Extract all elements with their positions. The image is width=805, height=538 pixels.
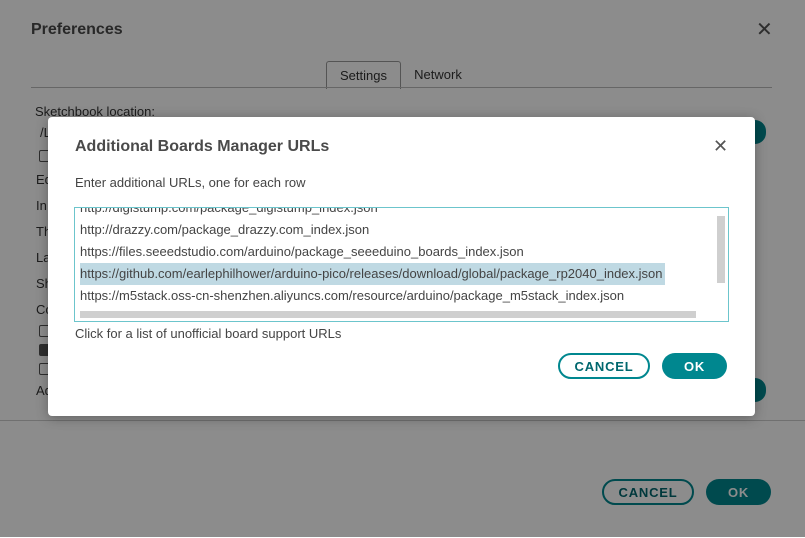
cancel-button[interactable]: CANCEL	[558, 353, 650, 379]
close-icon[interactable]: ✕	[713, 137, 728, 155]
url-row[interactable]: http://drazzy.com/package_drazzy.com_ind…	[80, 219, 369, 241]
url-row[interactable]: https://files.seeedstudio.com/arduino/pa…	[80, 241, 524, 263]
dialog-title: Additional Boards Manager URLs	[75, 138, 330, 155]
vertical-scrollbar[interactable]	[717, 216, 725, 283]
unofficial-urls-link[interactable]: Click for a list of unofficial board sup…	[75, 326, 341, 341]
urls-textarea[interactable]: http://digistump.com/package_digistump_i…	[74, 207, 729, 322]
horizontal-scrollbar[interactable]	[80, 311, 696, 318]
ok-button[interactable]: OK	[662, 353, 727, 379]
dialog-instructions: Enter additional URLs, one for each row	[75, 175, 306, 190]
additional-urls-dialog: Additional Boards Manager URLs ✕ Enter a…	[48, 117, 755, 416]
url-row[interactable]: http://digistump.com/package_digistump_i…	[80, 208, 378, 219]
url-row[interactable]: https://m5stack.oss-cn-shenzhen.aliyuncs…	[80, 285, 624, 307]
url-row-selected[interactable]: https://github.com/earlephilhower/arduin…	[80, 263, 665, 285]
